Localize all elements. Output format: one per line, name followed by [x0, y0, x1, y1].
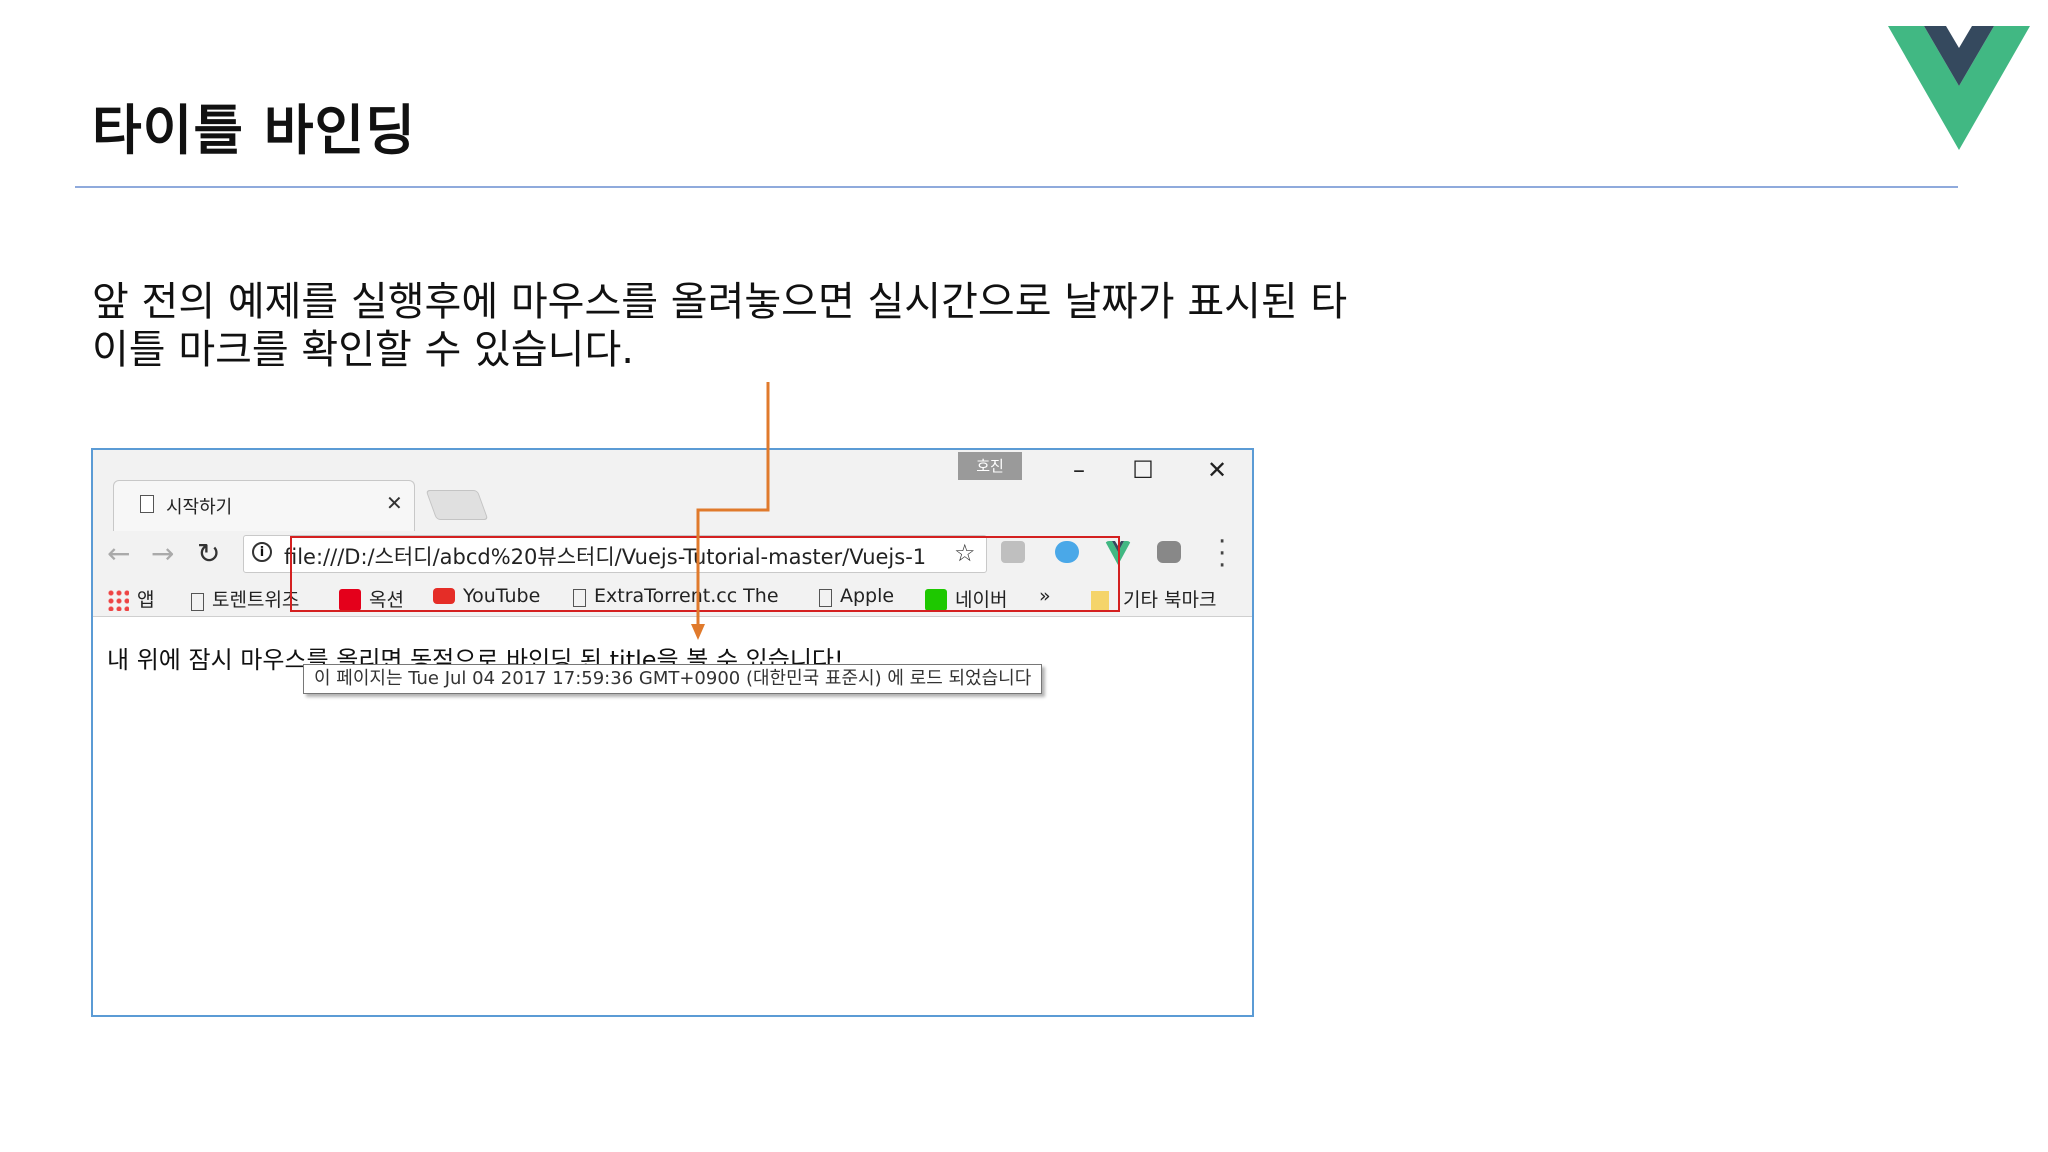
- browser-titlebar: 시작하기 ✕ 호진 – ☐ ✕: [93, 450, 1252, 533]
- forward-arrow-icon[interactable]: →: [151, 537, 174, 570]
- bookmark-item-1[interactable]: 토렌트위즈: [191, 585, 299, 612]
- browser-window: 시작하기 ✕ 호진 – ☐ ✕ ← → ↻ i file:///D:/스터디/a…: [91, 448, 1254, 1017]
- maximize-button[interactable]: ☐: [1123, 456, 1163, 484]
- title-divider: [75, 186, 1958, 188]
- slide-title: 타이틀 바인딩: [92, 99, 416, 162]
- close-icon[interactable]: ✕: [386, 491, 403, 515]
- description-line-1: 앞 전의 예제를 실행후에 마우스를 올려놓으면 실시간으로 날짜가 표시된 타: [92, 279, 1348, 325]
- reload-icon[interactable]: ↻: [197, 537, 220, 570]
- camera-icon[interactable]: [1157, 541, 1181, 563]
- profile-badge[interactable]: 호진: [958, 452, 1022, 480]
- minimize-button[interactable]: –: [1059, 456, 1099, 484]
- page-icon: [140, 495, 154, 513]
- window-close-button[interactable]: ✕: [1197, 456, 1237, 484]
- bookmark-apps-label: 앱: [137, 589, 155, 611]
- menu-dots-icon[interactable]: · · ·: [1218, 529, 1226, 579]
- description-line-2: 이틀 마크를 확인할 수 있습니다.: [92, 327, 634, 373]
- apps-grid-icon: [107, 589, 129, 611]
- back-arrow-icon[interactable]: ←: [107, 537, 130, 570]
- tab-title: 시작하기: [166, 497, 233, 518]
- info-icon[interactable]: i: [252, 542, 272, 562]
- title-tooltip: 이 페이지는 Tue Jul 04 2017 17:59:36 GMT+0900…: [303, 664, 1043, 694]
- page-icon: [191, 593, 204, 611]
- slide-description: 앞 전의 예제를 실행후에 마우스를 올려놓으면 실시간으로 날짜가 표시된 타…: [92, 278, 1472, 374]
- vue-logo-icon: [1888, 26, 2030, 150]
- new-tab-button[interactable]: [425, 490, 489, 520]
- browser-tab[interactable]: 시작하기 ✕: [113, 480, 415, 533]
- highlight-box: [290, 536, 1120, 612]
- bookmark-other-label: 기타 북마크: [1123, 589, 1217, 611]
- bookmark-item-1-label: 토렌트위즈: [212, 589, 300, 611]
- bookmark-apps[interactable]: 앱: [107, 585, 154, 612]
